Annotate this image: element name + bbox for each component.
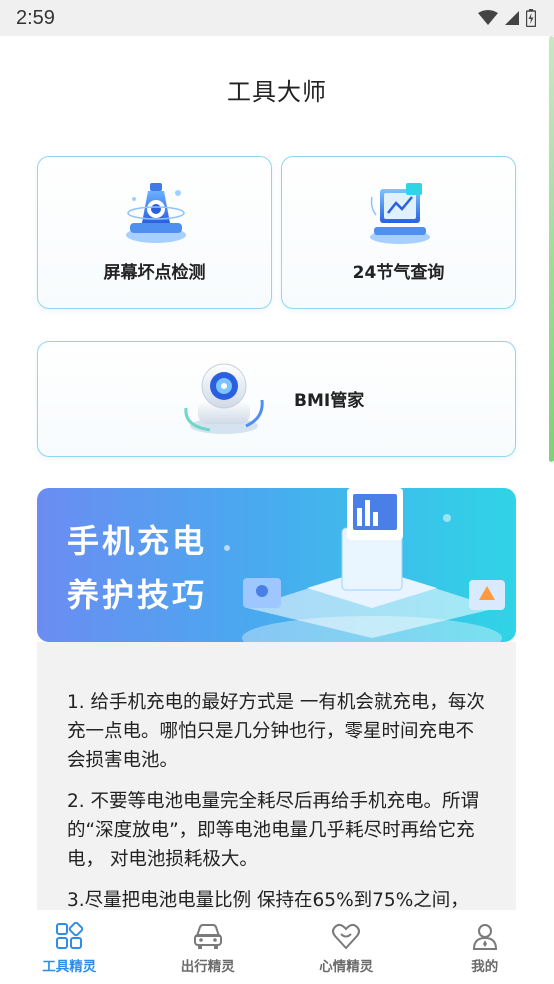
bottom-tab-bar: 工具精灵 出行精灵 心情精灵 我的: [0, 910, 554, 984]
tab-label: 心情精灵: [319, 959, 374, 975]
signal-icon: [505, 11, 519, 25]
tab-travel-sprite[interactable]: 出行精灵: [139, 910, 278, 984]
grid-icon: [56, 922, 84, 949]
tool-card-label: 24节气查询: [352, 263, 445, 283]
status-bar: 2:59: [0, 0, 554, 36]
monitor-chart-icon: [370, 183, 430, 244]
tool-card-bmi[interactable]: BMI管家: [37, 341, 516, 457]
tip-item-3: 3.尽量把电池电量比例 保持在65%到75%之间，如果始终能够让智能手机用于的锂…: [67, 890, 469, 910]
tab-label: 出行精灵: [180, 959, 235, 975]
status-time: 2:59: [16, 6, 55, 29]
banner-illustration: [224, 488, 505, 642]
camera-robot-icon: [184, 363, 264, 434]
status-icons: [478, 9, 536, 27]
banner-title-line2: 养护技巧: [67, 576, 208, 614]
tip-item-1: 1. 给手机充电的最好方式是 一有机会就充电，每次充一点电。哪怕只是几分钟也行，…: [67, 692, 485, 771]
main-content[interactable]: 工具大师 屏幕坏点检测 24节气查询 BMI管家 手机充电 养护技巧 1. 给手…: [0, 36, 554, 910]
tool-card-label: BMI管家: [294, 391, 365, 411]
tool-card-solar-terms[interactable]: 24节气查询: [281, 156, 516, 309]
wifi-icon: [478, 10, 498, 25]
tab-mine[interactable]: 我的: [416, 910, 554, 984]
charging-tips-banner[interactable]: 手机充电 养护技巧: [37, 488, 516, 642]
tab-tool-sprite[interactable]: 工具精灵: [0, 910, 139, 984]
tool-card-label: 屏幕坏点检测: [103, 263, 206, 283]
car-icon: [193, 924, 222, 949]
tool-card-screen-dead-pixel[interactable]: 屏幕坏点检测: [37, 156, 272, 309]
heart-icon: [332, 923, 361, 950]
battery-icon: [526, 9, 536, 27]
banner-title-line1: 手机充电: [67, 522, 208, 560]
tab-label: 我的: [471, 959, 499, 975]
robot-lens-icon: [126, 183, 186, 243]
charging-tips-list: 1. 给手机充电的最好方式是 一有机会就充电，每次充一点电。哪怕只是几分钟也行，…: [37, 642, 516, 910]
tip-item-2: 2. 不要等电池电量完全耗尽后再给手机充电。所谓的“深度放电”，即等电池电量几乎…: [67, 791, 480, 870]
person-icon: [472, 924, 497, 950]
tab-mood-sprite[interactable]: 心情精灵: [277, 910, 416, 984]
page-title: 工具大师: [227, 78, 327, 106]
tab-label: 工具精灵: [42, 959, 97, 975]
